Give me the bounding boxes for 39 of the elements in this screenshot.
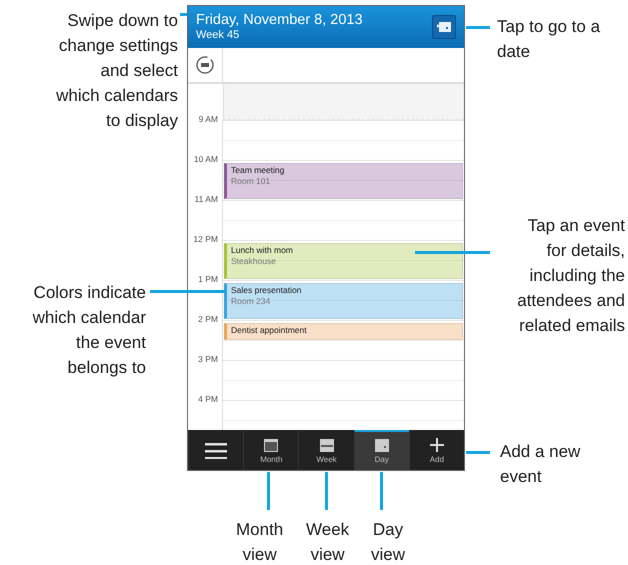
- hour-label: 3 PM: [198, 354, 218, 364]
- event-title: Dentist appointment: [231, 325, 307, 336]
- date-title: Friday, November 8, 2013: [196, 12, 363, 29]
- callout-text: Add a new event: [500, 441, 580, 488]
- plus-icon: [430, 438, 444, 452]
- hour-label: 10 AM: [194, 154, 218, 164]
- hour-label: 9 AM: [198, 114, 218, 124]
- callout-text: Colors indicate which calendar the event belongs to: [32, 282, 146, 379]
- event-location: Room 101: [231, 176, 270, 187]
- leader-line: [466, 451, 490, 454]
- 24-hour-clock-icon[interactable]: [195, 55, 215, 75]
- week-number: Week 45: [196, 29, 240, 42]
- event-location: Room 234: [231, 296, 270, 307]
- day-tab[interactable]: Day: [354, 430, 409, 470]
- menu-icon: [205, 443, 228, 459]
- hour-label: 4 PM: [198, 394, 218, 404]
- event-title: Sales presentation: [231, 285, 302, 296]
- leader-line: [267, 472, 270, 510]
- hour-label: 1 PM: [198, 274, 218, 284]
- leader-line: [466, 26, 490, 29]
- calendar-week-icon: [320, 438, 334, 452]
- callout-text: Month view: [236, 519, 284, 565]
- calendar-grid-icon: [264, 438, 278, 452]
- hour-label: 11 AM: [194, 194, 218, 204]
- event-location: Steakhouse: [231, 256, 276, 267]
- callout-text: Tap to go to a date: [497, 16, 600, 63]
- event-title: Team meeting: [231, 165, 284, 176]
- callout-text: Week view: [306, 519, 350, 565]
- event-title: Lunch with mom: [231, 245, 293, 256]
- leader-line: [380, 472, 383, 510]
- leader-line: [325, 472, 328, 510]
- calendar-event[interactable]: Dentist appointment: [224, 323, 463, 340]
- hour-label: 12 PM: [193, 234, 218, 244]
- callout-text: Tap an event for details, including the attendees and related emails: [517, 215, 625, 337]
- calendar-day-icon: [374, 438, 389, 452]
- callout-text: Day view: [371, 519, 406, 565]
- callout-text: Swipe down to change settings and select which calendars to display: [56, 10, 178, 132]
- hour-label: 2 PM: [198, 314, 218, 324]
- go-to-date-button[interactable]: [432, 15, 456, 39]
